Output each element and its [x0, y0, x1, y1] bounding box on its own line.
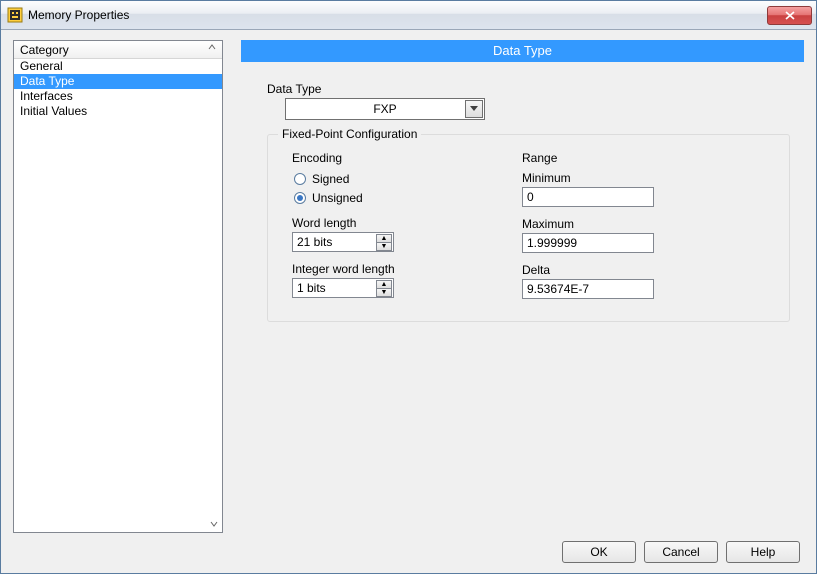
radio-signed-label: Signed: [312, 172, 349, 186]
group-columns: Encoding Signed Unsigned Word length: [292, 151, 765, 299]
maximum-value: 1.999999: [527, 236, 577, 250]
window-frame: Memory Properties Category General Data …: [0, 0, 817, 574]
chevron-down-icon[interactable]: [465, 100, 483, 118]
delta-label: Delta: [522, 263, 712, 277]
data-type-value: FXP: [373, 102, 396, 116]
chevron-up-icon[interactable]: ▲: [376, 280, 392, 288]
delta-value: 9.53674E-7: [527, 282, 589, 296]
minimum-label: Minimum: [522, 171, 712, 185]
range-heading: Range: [522, 151, 712, 165]
sort-caret-icon: [208, 43, 218, 51]
client-area: Category General Data Type Interfaces In…: [1, 30, 816, 573]
ok-button[interactable]: OK: [562, 541, 636, 563]
maximum-label: Maximum: [522, 217, 712, 231]
category-item-general[interactable]: General: [14, 59, 222, 74]
chevron-down-icon[interactable]: ▼: [376, 288, 392, 297]
word-length-value: 21 bits: [297, 235, 332, 249]
fixed-point-group: Fixed-Point Configuration Encoding Signe…: [267, 134, 790, 322]
data-type-dropdown[interactable]: FXP: [285, 98, 485, 120]
titlebar: Memory Properties: [1, 1, 816, 30]
radio-signed[interactable]: Signed: [294, 171, 482, 187]
word-length-stepper[interactable]: 21 bits ▲ ▼: [292, 232, 394, 252]
delta-value-box: 9.53674E-7: [522, 279, 654, 299]
encoding-column: Encoding Signed Unsigned Word length: [292, 151, 482, 299]
int-word-length-stepper[interactable]: 1 bits ▲ ▼: [292, 278, 394, 298]
minimum-value: 0: [527, 190, 534, 204]
category-header[interactable]: Category: [14, 41, 222, 59]
form-area: Data Type FXP Fixed-Point Configuration …: [241, 72, 804, 328]
help-button[interactable]: Help: [726, 541, 800, 563]
app-icon: [7, 7, 23, 23]
minimum-value-box: 0: [522, 187, 654, 207]
group-legend: Fixed-Point Configuration: [278, 127, 421, 141]
encoding-heading: Encoding: [292, 151, 482, 165]
section-title: Data Type: [241, 40, 804, 62]
category-header-label: Category: [20, 43, 69, 57]
int-word-length-label: Integer word length: [292, 262, 482, 276]
category-items: General Data Type Interfaces Initial Val…: [14, 59, 222, 532]
radio-unsigned-label: Unsigned: [312, 191, 363, 205]
chevron-down-icon[interactable]: ▼: [376, 242, 392, 251]
category-item-initial-values[interactable]: Initial Values: [14, 104, 222, 119]
cancel-button[interactable]: Cancel: [644, 541, 718, 563]
window-title: Memory Properties: [28, 8, 767, 22]
main-area: Category General Data Type Interfaces In…: [13, 40, 804, 533]
chevron-up-icon[interactable]: ▲: [376, 234, 392, 242]
range-column: Range Minimum 0 Maximum 1.999999 Delta: [522, 151, 712, 299]
radio-icon: [294, 192, 306, 204]
category-list[interactable]: Category General Data Type Interfaces In…: [13, 40, 223, 533]
close-button[interactable]: [767, 6, 812, 25]
radio-icon: [294, 173, 306, 185]
category-item-interfaces[interactable]: Interfaces: [14, 89, 222, 104]
dialog-buttons: OK Cancel Help: [13, 533, 804, 563]
stepper-buttons[interactable]: ▲ ▼: [376, 234, 392, 250]
maximum-value-box: 1.999999: [522, 233, 654, 253]
category-item-data-type[interactable]: Data Type: [14, 74, 222, 89]
stepper-buttons[interactable]: ▲ ▼: [376, 280, 392, 296]
int-word-length-value: 1 bits: [297, 281, 326, 295]
word-length-label: Word length: [292, 216, 482, 230]
data-type-label: Data Type: [267, 82, 790, 96]
scroll-down-icon[interactable]: [208, 518, 220, 530]
content-pane: Data Type Data Type FXP Fixed-Point Conf…: [241, 40, 804, 533]
radio-unsigned[interactable]: Unsigned: [294, 190, 482, 206]
